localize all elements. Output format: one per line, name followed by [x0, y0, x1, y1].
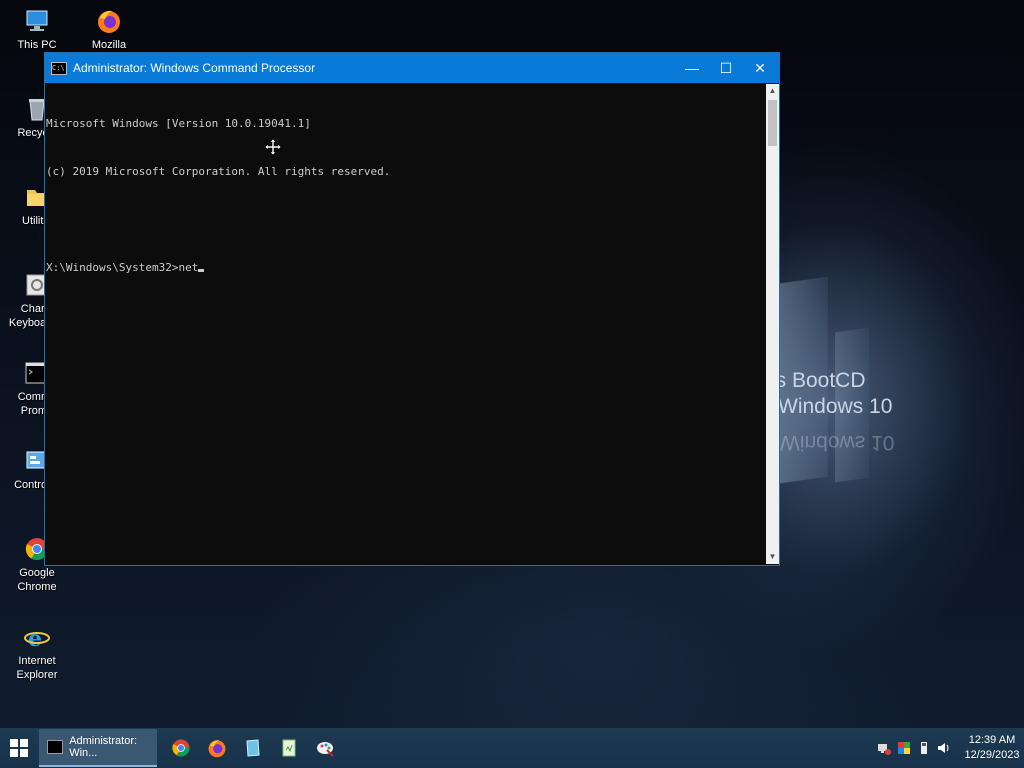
chrome-icon — [172, 739, 190, 757]
text-cursor — [198, 269, 205, 272]
network-icon[interactable] — [877, 741, 891, 755]
clock-date: 12/29/2023 — [964, 749, 1020, 761]
console-prompt-text: X:\Windows\System32>net — [46, 261, 199, 274]
console-input-line[interactable]: X:\Windows\System32>net — [46, 260, 766, 276]
desktop-icon-internet-explorer[interactable]: e Internet Explorer — [2, 624, 72, 682]
maximize-button[interactable]: ☐ — [709, 53, 743, 83]
notepad-icon — [246, 739, 260, 757]
usb-icon[interactable] — [917, 741, 931, 755]
console-line: Microsoft Windows [Version 10.0.19041.1] — [46, 117, 311, 130]
file-icon — [282, 739, 296, 757]
clock-time: 12:39 AM — [968, 734, 1016, 746]
desktop-icon-label: This PC — [17, 39, 57, 51]
taskbar: Administrator: Win... 12:39 AM 12/29/202… — [0, 728, 1024, 768]
command-prompt-icon — [47, 740, 64, 754]
console-line: (c) 2019 Microsoft Corporation. All righ… — [46, 165, 391, 178]
cmd-icon: C:\. — [51, 61, 67, 75]
taskbar-pin-chrome[interactable] — [163, 728, 199, 768]
desktop-icon-label: Google Chrome — [17, 567, 57, 593]
volume-icon[interactable] — [937, 741, 951, 755]
scrollbar-thumb[interactable] — [768, 100, 777, 146]
window-titlebar[interactable]: C:\. Administrator: Windows Command Proc… — [45, 53, 779, 83]
internet-explorer-icon: e — [24, 624, 50, 652]
desktop-icon-this-pc[interactable]: This PC — [2, 8, 72, 52]
taskbar-item-command-prompt[interactable]: Administrator: Win... — [39, 729, 157, 767]
system-tray: 12:39 AM 12/29/2023 — [874, 728, 1024, 768]
desktop: en’s BootCD Windows 10 Windows 10 This P… — [0, 0, 1024, 728]
taskbar-pin-paint[interactable] — [307, 728, 343, 768]
command-prompt-window[interactable]: C:\. Administrator: Windows Command Proc… — [44, 52, 780, 566]
taskbar-clock[interactable]: 12:39 AM 12/29/2023 — [960, 733, 1024, 763]
close-button[interactable]: ✕ — [743, 53, 777, 83]
scroll-up-button[interactable]: ▲ — [766, 84, 779, 98]
windows-logo-icon — [10, 739, 28, 757]
vertical-scrollbar[interactable]: ▲ ▼ — [766, 84, 779, 564]
taskbar-pin-notepad[interactable] — [235, 728, 271, 768]
taskbar-item-label: Administrator: Win... — [69, 735, 138, 759]
minimize-button[interactable]: — — [675, 53, 709, 83]
taskbar-pin-firefox[interactable] — [199, 728, 235, 768]
svg-text:e: e — [28, 626, 42, 650]
firefox-icon — [96, 8, 122, 34]
this-pc-icon — [24, 8, 50, 34]
scroll-down-button[interactable]: ▼ — [766, 550, 779, 564]
paint-icon — [317, 742, 334, 757]
window-title: Administrator: Windows Command Processor — [73, 61, 316, 75]
console-output[interactable]: Microsoft Windows [Version 10.0.19041.1]… — [45, 84, 766, 564]
firefox-icon — [208, 740, 226, 758]
wallpaper-reflection: Windows 10 — [780, 431, 895, 454]
desktop-icon-label: Internet Explorer — [16, 655, 58, 681]
taskbar-pin-file[interactable] — [271, 728, 307, 768]
display-icon[interactable] — [897, 741, 911, 755]
move-cursor-icon — [264, 138, 282, 156]
start-button[interactable] — [0, 728, 38, 768]
